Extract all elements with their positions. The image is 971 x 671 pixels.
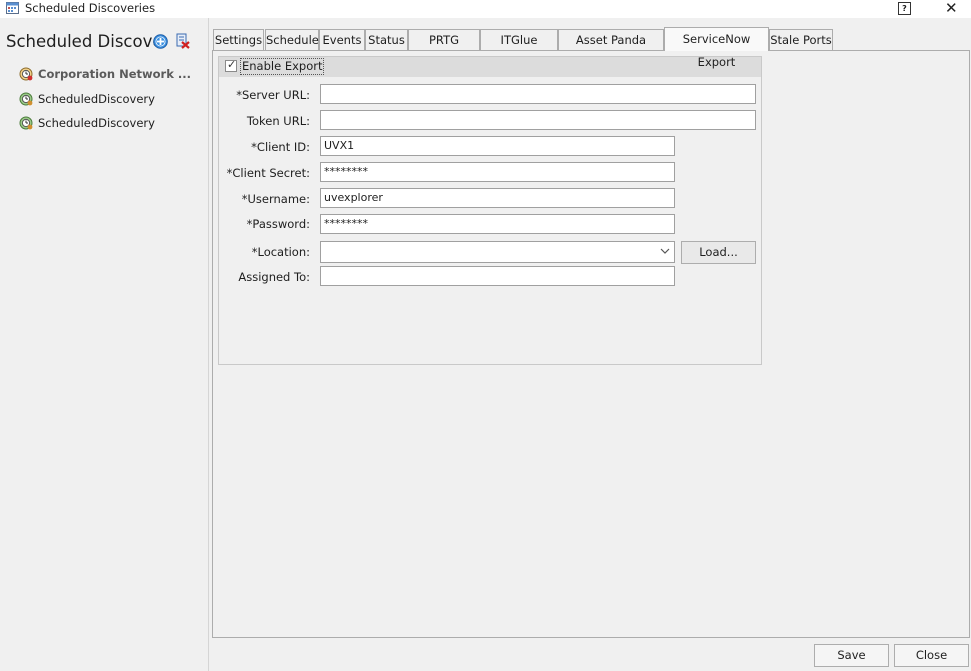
- client-secret-input[interactable]: ********: [320, 162, 675, 182]
- panel-title: Scheduled Discoveries: [6, 32, 158, 51]
- discovery-icon: [19, 92, 33, 106]
- tree-item-label: Corporation Network ...: [38, 67, 191, 81]
- tab-settings[interactable]: Settings: [213, 29, 264, 50]
- tab-status[interactable]: Status: [365, 29, 408, 50]
- help-button[interactable]: ?: [898, 2, 911, 15]
- password-input[interactable]: ********: [320, 214, 675, 234]
- server-url-input[interactable]: [320, 84, 756, 104]
- chevron-down-icon: [660, 248, 670, 254]
- left-panel: Scheduled Discoveries Corporation Networ…: [0, 18, 209, 671]
- close-button[interactable]: Close: [894, 644, 969, 667]
- tab-itglue-export[interactable]: ITGlue Export: [480, 29, 558, 68]
- tab-stale-ports[interactable]: Stale Ports: [769, 29, 833, 50]
- window-close-button[interactable]: ✕: [945, 0, 958, 16]
- assigned-to-input[interactable]: [320, 266, 675, 286]
- tree-item-label: ScheduledDiscovery: [38, 116, 155, 130]
- tab-schedule[interactable]: Schedule: [265, 29, 319, 50]
- discovery-icon: [19, 116, 33, 130]
- discovery-icon: [19, 67, 33, 81]
- window-title: Scheduled Discoveries: [25, 1, 156, 15]
- username-label: *Username:: [241, 192, 310, 206]
- tab-events[interactable]: Events: [319, 29, 365, 50]
- title-bar: Scheduled Discoveries ? ✕: [0, 0, 971, 18]
- server-url-label: *Server URL:: [236, 88, 310, 102]
- username-input[interactable]: uvexplorer: [320, 188, 675, 208]
- tab-servicenow-export[interactable]: ServiceNow Export: [664, 27, 769, 69]
- tab-asset-panda-export[interactable]: Asset Panda Export: [558, 29, 664, 68]
- client-secret-label: *Client Secret:: [226, 166, 310, 180]
- delete-discovery-button[interactable]: [176, 33, 190, 49]
- password-label: *Password:: [246, 217, 310, 231]
- checkmark-icon: ✓: [227, 58, 237, 71]
- tab-prtg-export[interactable]: PRTG Export: [408, 29, 480, 68]
- enable-export-checkbox[interactable]: ✓: [225, 58, 237, 72]
- save-button[interactable]: Save: [814, 644, 889, 667]
- add-discovery-button[interactable]: [153, 34, 168, 49]
- client-id-input[interactable]: UVX1: [320, 136, 675, 156]
- token-url-input[interactable]: [320, 110, 756, 130]
- enable-export-label[interactable]: Enable Export: [240, 58, 325, 75]
- token-url-label: Token URL:: [246, 114, 310, 128]
- assigned-to-label: Assigned To:: [238, 270, 310, 284]
- app-icon: [6, 2, 19, 14]
- location-dropdown[interactable]: [320, 241, 675, 263]
- tree-item-label: ScheduledDiscovery: [38, 92, 155, 106]
- client-id-label: *Client ID:: [251, 140, 310, 154]
- location-label: *Location:: [251, 245, 310, 259]
- load-button[interactable]: Load...: [681, 241, 756, 264]
